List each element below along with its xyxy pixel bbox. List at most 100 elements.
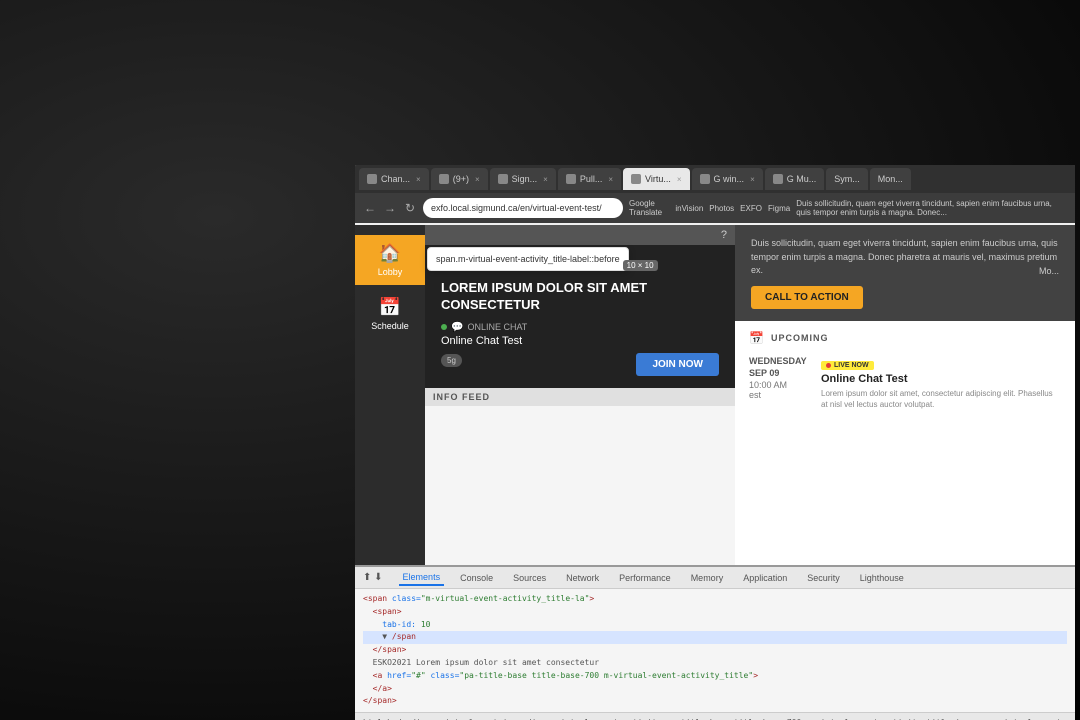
bookmark-figma[interactable]: Figma — [768, 204, 790, 213]
browser-screen: Chan... × (9+) × Sign... × Pull... × Vir… — [355, 165, 1075, 595]
address-text: exfo.local.sigmund.ca/en/virtual-event-t… — [431, 203, 602, 213]
devtools-line: <span class="m-virtual-event-activity_ti… — [363, 593, 1067, 606]
devtools-tab-performance[interactable]: Performance — [615, 571, 675, 585]
tab-wind[interactable]: G win... × — [692, 168, 763, 190]
calendar-icon: 📅 — [379, 297, 401, 318]
tab-notif[interactable]: (9+) × — [431, 168, 488, 190]
tab-favicon — [367, 174, 377, 184]
overflow-text: Duis sollicitudin, quam eget viverra tin… — [796, 199, 1067, 217]
tab-close-icon[interactable]: × — [416, 175, 421, 184]
upcoming-event-row: WEDNESDAY SEP 09 10:00 AM est LIVE NOW O… — [749, 355, 1061, 410]
devtools-tab-memory[interactable]: Memory — [687, 571, 728, 585]
sidebar-lobby-container: span.m-virtual-event-activity_title-labe… — [355, 235, 425, 285]
upcoming-event-desc: Lorem ipsum dolor sit amet, consectetur … — [821, 388, 1061, 410]
sidebar-item-schedule[interactable]: 📅 Schedule — [355, 289, 425, 339]
live-now-label: LIVE NOW — [834, 362, 869, 369]
refresh-button[interactable]: ↻ — [403, 201, 417, 215]
sidebar-lobby-label: Lobby — [378, 267, 403, 277]
event-date: SEP 09 — [749, 367, 779, 380]
devtools-line-selected[interactable]: ▼ /span — [363, 631, 1067, 644]
devtools-content: <span class="m-virtual-event-activity_ti… — [355, 589, 1075, 712]
chat-icon: 💬 — [451, 322, 463, 333]
tooltip-text: span.m-virtual-event-activity_title-labe… — [436, 254, 620, 264]
devtools-line: tab-id: 10 — [363, 619, 1067, 632]
tab-label: Sym... — [834, 174, 860, 184]
tab-favicon — [773, 174, 783, 184]
viewers-badge: 5g — [441, 354, 462, 367]
help-icon[interactable]: ? — [721, 229, 727, 241]
bookmark-invision[interactable]: inVision — [675, 204, 703, 213]
tab-close-icon[interactable]: × — [608, 175, 613, 184]
tab-close-icon[interactable]: × — [750, 175, 755, 184]
bookmark-exfo[interactable]: EXFO — [740, 204, 762, 213]
event-title: LOREM IPSUM DOLOR SIT AMET CONSECTETUR — [441, 280, 719, 314]
page-content: span.m-virtual-event-activity_title-labe… — [355, 225, 1075, 573]
tab-mon[interactable]: Mon... — [870, 168, 911, 190]
event-detail-column: LIVE NOW Online Chat Test Lorem ipsum do… — [821, 355, 1061, 410]
devtools-tab-elements[interactable]: Elements — [399, 570, 445, 586]
tab-virtual[interactable]: Virtu... × — [623, 168, 690, 190]
tab-mu[interactable]: G Mu... — [765, 168, 825, 190]
tab-close-icon[interactable]: × — [543, 175, 548, 184]
tab-close-icon[interactable]: × — [475, 175, 480, 184]
back-button[interactable]: ← — [363, 201, 377, 215]
tab-favicon — [631, 174, 641, 184]
devtools-line: </span> — [363, 695, 1067, 708]
tab-label: Chan... — [381, 174, 410, 184]
event-time: 10:00 AM — [749, 380, 787, 390]
info-feed-label: INFO FEED — [425, 388, 735, 406]
tab-label: Sign... — [512, 174, 538, 184]
join-now-button[interactable]: JOIN NOW — [636, 353, 719, 376]
forward-button[interactable]: → — [383, 201, 397, 215]
tab-sym[interactable]: Sym... — [826, 168, 868, 190]
devtools-tab-console[interactable]: Console — [456, 571, 497, 585]
upcoming-event-title: Online Chat Test — [821, 373, 1061, 385]
sidebar-item-lobby[interactable]: 🏠 Lobby — [355, 235, 425, 285]
devtools-tab-network[interactable]: Network — [562, 571, 603, 585]
tab-pull[interactable]: Pull... × — [558, 168, 621, 190]
devtools-line: </a> — [363, 683, 1067, 696]
right-panel: Duis sollicitudin, quam eget viverra tin… — [735, 225, 1075, 573]
devtools-status-bar: html body div.m-virtual-container div.m-… — [355, 712, 1075, 720]
tab-favicon — [700, 174, 710, 184]
tab-favicon — [439, 174, 449, 184]
devtools-tab-security[interactable]: Security — [803, 571, 844, 585]
devtools-tab-lighthouse[interactable]: Lighthouse — [856, 571, 908, 585]
upcoming-icon: 📅 — [749, 331, 765, 345]
event-date-column: WEDNESDAY SEP 09 10:00 AM est — [749, 355, 809, 410]
tab-label: G Mu... — [787, 174, 817, 184]
sidebar: span.m-virtual-event-activity_title-labe… — [355, 225, 425, 573]
tab-favicon — [498, 174, 508, 184]
event-timezone: est — [749, 390, 761, 400]
devtools-line: ESKO2021 Lorem ipsum dolor sit amet cons… — [363, 657, 1067, 670]
page-header: ? — [425, 225, 735, 245]
bookmark-photos[interactable]: Photos — [709, 204, 734, 213]
devtools-toolbar: ⬆ ⬇ Elements Console Sources Network Per… — [355, 567, 1075, 589]
bookmark-google-translate[interactable]: Google Translate — [629, 199, 669, 217]
upcoming-header: 📅 UPCOMING — [749, 331, 1061, 345]
inspector-tooltip: span.m-virtual-event-activity_title-labe… — [427, 247, 629, 271]
tab-chan[interactable]: Chan... × — [359, 168, 429, 190]
online-chat-text: ONLINE CHAT — [467, 322, 527, 332]
tooltip-badge: 10 × 10 — [623, 260, 658, 271]
tab-label: Virtu... — [645, 174, 671, 184]
devtools-panel: ⬆ ⬇ Elements Console Sources Network Per… — [355, 565, 1075, 720]
address-input[interactable]: exfo.local.sigmund.ca/en/virtual-event-t… — [423, 198, 623, 218]
live-now-badge: LIVE NOW — [821, 361, 874, 370]
hero-text: Duis sollicitudin, quam eget viverra tin… — [751, 237, 1059, 278]
devtools-line: <a href="#" class="pa-title-base title-b… — [363, 670, 1067, 683]
session-name: Online Chat Test — [441, 335, 719, 347]
online-dot — [441, 324, 447, 330]
devtools-toggle[interactable]: ⬆ ⬇ — [363, 572, 383, 583]
tab-sign[interactable]: Sign... × — [490, 168, 556, 190]
tab-label: (9+) — [453, 174, 469, 184]
tab-close-icon[interactable]: × — [677, 175, 682, 184]
devtools-tab-sources[interactable]: Sources — [509, 571, 550, 585]
event-day: WEDNESDAY — [749, 355, 807, 368]
cta-button[interactable]: CALL TO ACTION — [751, 286, 863, 309]
upcoming-section: 📅 UPCOMING WEDNESDAY SEP 09 10:00 AM est… — [735, 321, 1075, 574]
online-chat-label: 💬 ONLINE CHAT — [441, 322, 719, 333]
devtools-line: </span> — [363, 644, 1067, 657]
address-bar-row: ← → ↻ exfo.local.sigmund.ca/en/virtual-e… — [355, 193, 1075, 223]
devtools-tab-application[interactable]: Application — [739, 571, 791, 585]
